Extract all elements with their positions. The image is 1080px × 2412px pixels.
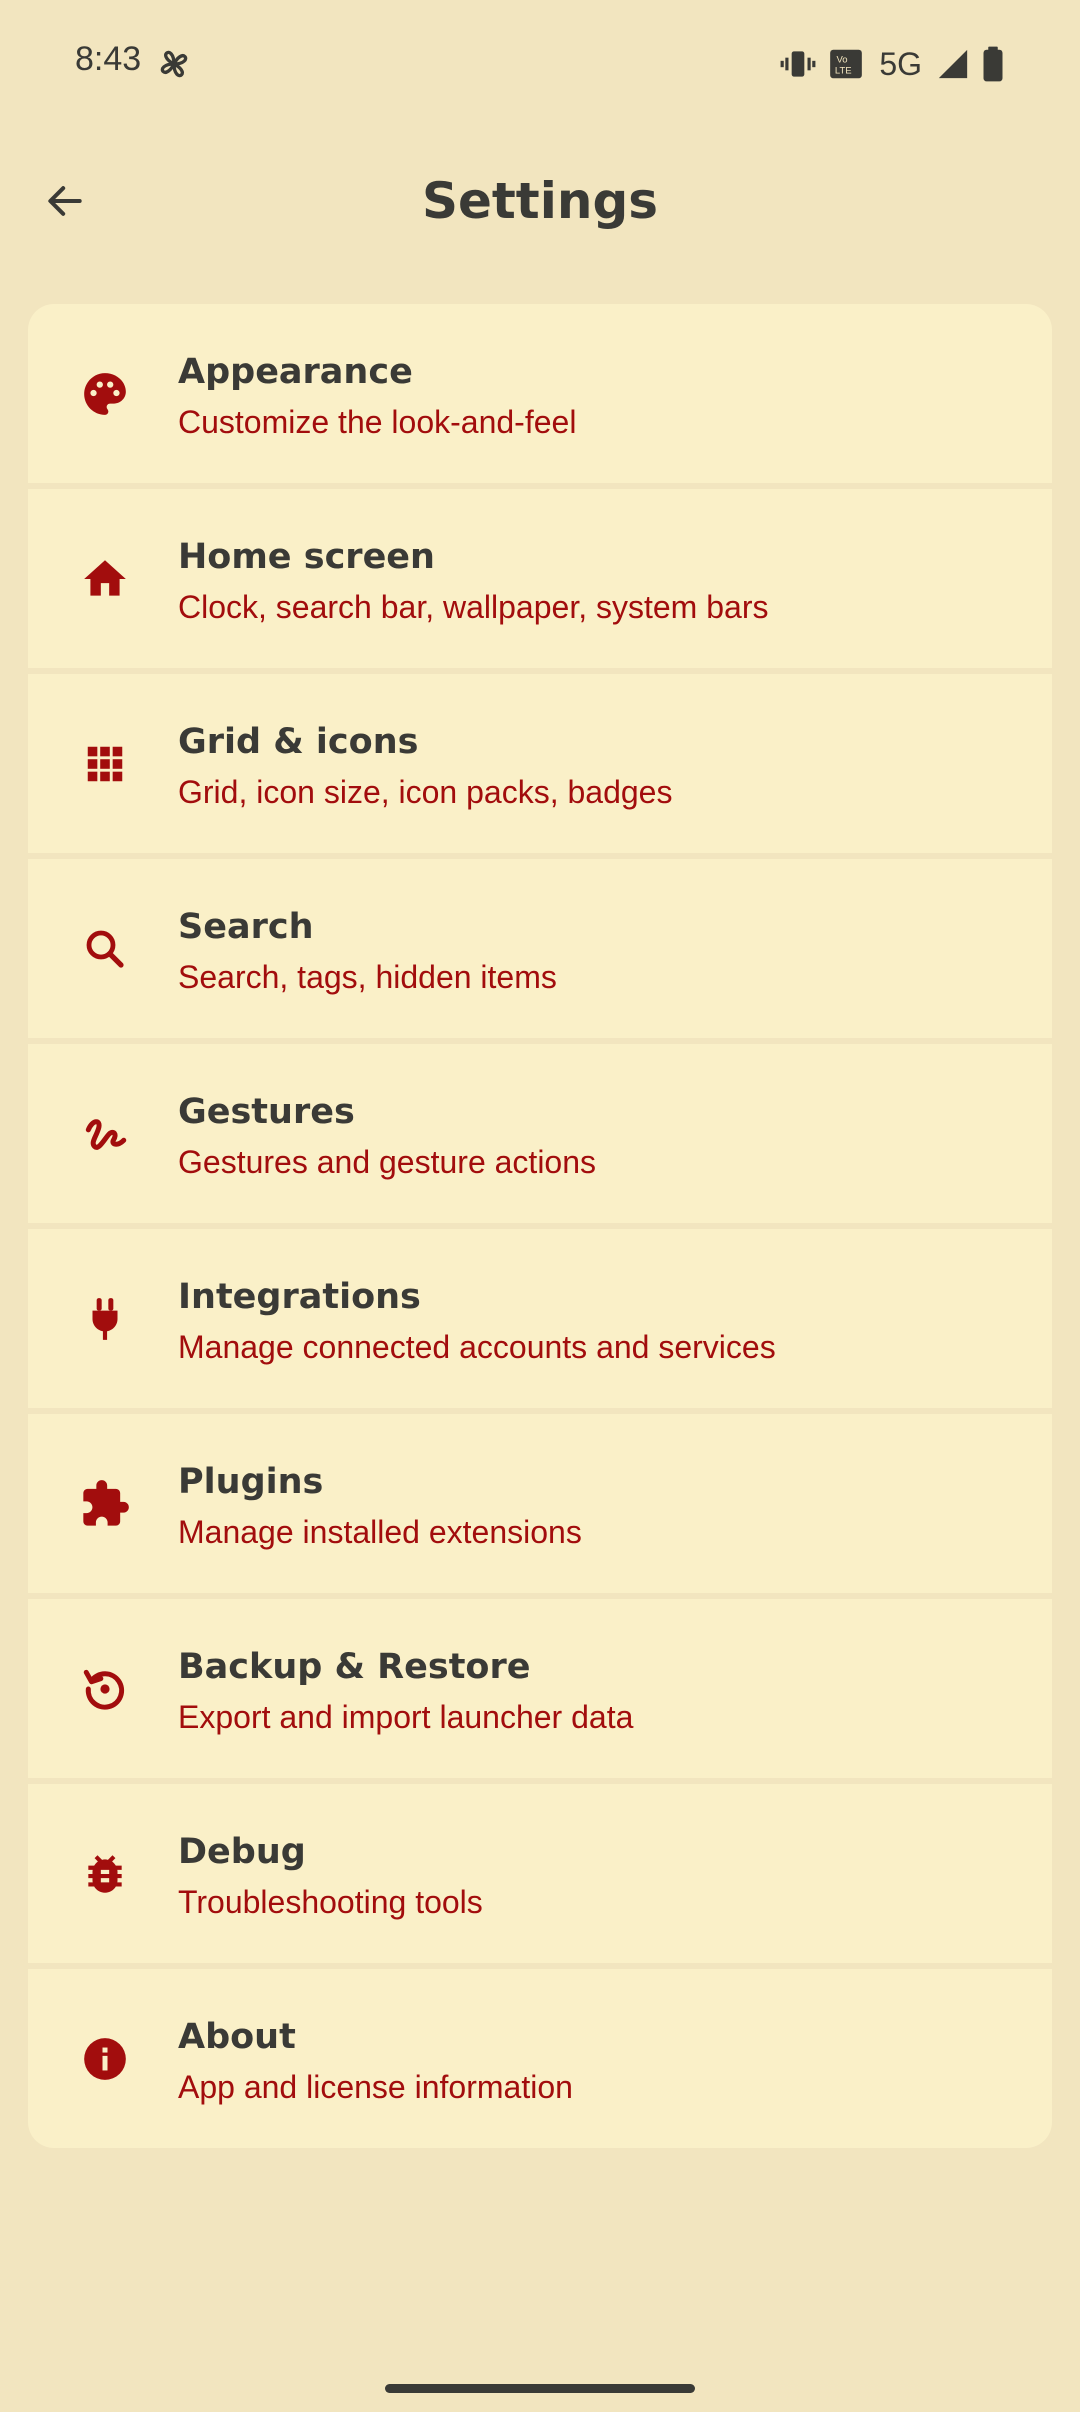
palette-icon <box>78 367 132 421</box>
svg-text:LTE: LTE <box>835 66 852 77</box>
settings-item-search[interactable]: Search Search, tags, hidden items <box>28 859 1052 1038</box>
restore-icon <box>78 1662 132 1716</box>
settings-item-subtitle: Clock, search bar, wallpaper, system bar… <box>178 589 769 625</box>
home-icon <box>78 552 132 606</box>
plug-icon <box>78 1292 132 1346</box>
settings-item-about[interactable]: About App and license information <box>28 1969 1052 2148</box>
gesture-nav-handle[interactable] <box>385 2384 695 2393</box>
settings-list: Appearance Customize the look-and-feel H… <box>28 304 1052 2148</box>
volte-icon: Vo LTE <box>827 45 865 83</box>
settings-item-subtitle: Grid, icon size, icon packs, badges <box>178 774 673 810</box>
settings-item-plugins[interactable]: Plugins Manage installed extensions <box>28 1414 1052 1593</box>
settings-item-title: Home screen <box>178 537 435 577</box>
settings-item-title: Grid & icons <box>178 722 419 762</box>
settings-item-title: Debug <box>178 1832 306 1872</box>
settings-item-title: Appearance <box>178 352 413 392</box>
settings-item-grid-icons[interactable]: Grid & icons Grid, icon size, icon packs… <box>28 674 1052 853</box>
app-bar: Settings <box>0 150 1080 255</box>
settings-item-gestures[interactable]: Gestures Gestures and gesture actions <box>28 1044 1052 1223</box>
apps-grid-icon <box>78 737 132 791</box>
settings-item-subtitle: Troubleshooting tools <box>178 1884 483 1920</box>
settings-item-backup-restore[interactable]: Backup & Restore Export and import launc… <box>28 1599 1052 1778</box>
settings-item-home-screen[interactable]: Home screen Clock, search bar, wallpaper… <box>28 489 1052 668</box>
settings-item-subtitle: Customize the look-and-feel <box>178 404 577 440</box>
network-type: 5G <box>879 45 922 82</box>
page-title: Settings <box>421 172 658 230</box>
battery-icon <box>980 45 1006 83</box>
settings-item-title: Integrations <box>178 1277 421 1317</box>
vibrate-icon <box>779 45 817 83</box>
settings-item-title: About <box>178 2017 296 2057</box>
settings-item-title: Plugins <box>178 1462 324 1502</box>
status-icons: Vo LTE 5G <box>779 42 1006 86</box>
settings-item-subtitle: App and license information <box>178 2069 573 2105</box>
settings-item-title: Search <box>178 907 314 947</box>
signal-icon <box>936 47 970 81</box>
settings-item-title: Gestures <box>178 1092 355 1132</box>
settings-item-title: Backup & Restore <box>178 1647 531 1687</box>
search-icon <box>78 922 132 976</box>
puzzle-icon <box>78 1477 132 1531</box>
settings-item-subtitle: Search, tags, hidden items <box>178 959 557 995</box>
settings-item-appearance[interactable]: Appearance Customize the look-and-feel <box>28 304 1052 483</box>
fan-icon <box>154 44 194 84</box>
status-time: 8:43 <box>75 40 142 78</box>
svg-text:Vo: Vo <box>837 54 848 65</box>
status-bar: 8:43 Vo LTE 5G <box>0 0 1080 120</box>
settings-item-subtitle: Manage connected accounts and services <box>178 1329 776 1365</box>
settings-item-debug[interactable]: Debug Troubleshooting tools <box>28 1784 1052 1963</box>
settings-item-subtitle: Export and import launcher data <box>178 1699 634 1735</box>
info-icon <box>78 2032 132 2086</box>
settings-item-integrations[interactable]: Integrations Manage connected accounts a… <box>28 1229 1052 1408</box>
gesture-icon <box>78 1107 132 1161</box>
bug-icon <box>78 1847 132 1901</box>
settings-item-subtitle: Gestures and gesture actions <box>178 1144 597 1180</box>
settings-item-subtitle: Manage installed extensions <box>178 1514 582 1550</box>
